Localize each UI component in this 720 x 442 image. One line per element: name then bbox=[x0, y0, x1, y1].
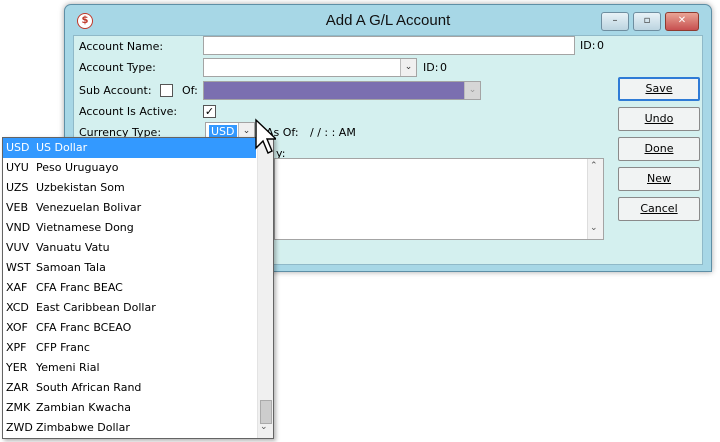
currency-name: Venezuelan Bolivar bbox=[36, 201, 142, 214]
currency-name: Vietnamese Dong bbox=[36, 221, 134, 234]
currency-option[interactable]: UZS Uzbekistan Som bbox=[3, 178, 256, 198]
currency-name: Uzbekistan Som bbox=[36, 181, 125, 194]
notes-scrollbar[interactable]: ⌃ ⌄ bbox=[587, 159, 603, 239]
currency-option[interactable]: YER Yemeni Rial bbox=[3, 358, 256, 378]
currency-list-scrollbar[interactable]: ⌃ ⌄ bbox=[257, 138, 273, 438]
currency-option[interactable]: VUV Vanuatu Vatu bbox=[3, 238, 256, 258]
currency-name: US Dollar bbox=[36, 141, 88, 154]
currency-code: WST bbox=[6, 261, 31, 274]
of-label: Of: bbox=[182, 84, 198, 97]
currency-option[interactable]: XOF CFA Franc BCEAO bbox=[3, 318, 256, 338]
new-button[interactable]: New bbox=[618, 167, 700, 191]
currency-option[interactable]: WST Samoan Tala bbox=[3, 258, 256, 278]
currency-code: VEB bbox=[6, 201, 29, 214]
account-type-id-value: 0 bbox=[440, 61, 447, 74]
currency-code: VUV bbox=[6, 241, 30, 254]
sub-account-label: Sub Account: bbox=[79, 84, 152, 97]
scroll-down-icon[interactable]: ⌄ bbox=[260, 422, 268, 432]
currency-name: Yemeni Rial bbox=[36, 361, 100, 374]
currency-option[interactable]: VND Vietnamese Dong bbox=[3, 218, 256, 238]
currency-code: UYU bbox=[6, 161, 29, 174]
currency-name: Vanuatu Vatu bbox=[36, 241, 110, 254]
scroll-up-icon[interactable]: ⌃ bbox=[590, 161, 598, 171]
currency-option[interactable]: ZMK Zambian Kwacha bbox=[3, 398, 256, 418]
undo-button[interactable]: Undo bbox=[618, 107, 700, 131]
currency-option[interactable]: XCD East Caribbean Dollar bbox=[3, 298, 256, 318]
currency-code: ZWD bbox=[6, 421, 33, 434]
currency-name: South African Rand bbox=[36, 381, 142, 394]
currency-code: ZMK bbox=[6, 401, 31, 414]
currency-name: Peso Uruguayo bbox=[36, 161, 119, 174]
account-type-label: Account Type: bbox=[79, 61, 156, 74]
sub-account-checkbox[interactable] bbox=[160, 84, 173, 97]
currency-option[interactable]: ZWD Zimbabwe Dollar bbox=[3, 418, 256, 438]
account-id-value: 0 bbox=[597, 39, 604, 52]
currency-option[interactable]: UYU Peso Uruguayo bbox=[3, 158, 256, 178]
done-button[interactable]: Done bbox=[618, 137, 700, 161]
scrollbar-thumb[interactable] bbox=[260, 400, 272, 424]
account-type-select[interactable]: ⌄ bbox=[203, 58, 417, 77]
of-account-select[interactable]: ⌄ bbox=[203, 81, 481, 100]
currency-name: CFA Franc BEAC bbox=[36, 281, 123, 294]
account-name-label: Account Name: bbox=[79, 40, 164, 53]
currency-code: XAF bbox=[6, 281, 28, 294]
chevron-down-icon[interactable]: ⌄ bbox=[400, 59, 416, 76]
maximize-button[interactable]: ▫ bbox=[633, 12, 661, 31]
account-type-id-label: ID: bbox=[423, 61, 439, 74]
save-button[interactable]: Save bbox=[618, 77, 700, 101]
currency-code: VND bbox=[6, 221, 31, 234]
currency-code: YER bbox=[6, 361, 28, 374]
close-button[interactable]: ✕ bbox=[665, 12, 699, 31]
currency-dropdown-list[interactable]: USD US Dollar UYU Peso Uruguayo UZS Uzbekista… bbox=[2, 137, 274, 439]
account-id-label: ID: bbox=[580, 39, 596, 52]
currency-name: Zambian Kwacha bbox=[36, 401, 131, 414]
active-checkbox[interactable]: ✓ bbox=[203, 105, 216, 118]
currency-code: XCD bbox=[6, 301, 29, 314]
account-name-input[interactable] bbox=[203, 36, 575, 55]
currency-option[interactable]: XPF CFP Franc bbox=[3, 338, 256, 358]
as-of-value: / / : : AM bbox=[310, 126, 356, 139]
active-label: Account Is Active: bbox=[79, 105, 178, 118]
title-bar[interactable]: $ Add A G/L Account – ▫ ✕ bbox=[65, 5, 711, 35]
currency-name: CFA Franc BCEAO bbox=[36, 321, 132, 334]
currency-code: XOF bbox=[6, 321, 28, 334]
chevron-down-icon[interactable]: ⌄ bbox=[464, 82, 480, 99]
notes-textarea[interactable]: ⌃ ⌄ bbox=[274, 158, 604, 240]
currency-name: CFP Franc bbox=[36, 341, 90, 354]
mouse-pointer-icon bbox=[255, 118, 276, 154]
currency-name: Samoan Tala bbox=[36, 261, 106, 274]
currency-option[interactable]: VEB Venezuelan Bolivar bbox=[3, 198, 256, 218]
currency-code: XPF bbox=[6, 341, 27, 354]
currency-option[interactable]: XAF CFA Franc BEAC bbox=[3, 278, 256, 298]
cancel-button[interactable]: Cancel bbox=[618, 197, 700, 221]
currency-option[interactable]: USD US Dollar bbox=[3, 138, 256, 158]
minimize-button[interactable]: – bbox=[601, 12, 629, 31]
currency-name: Zimbabwe Dollar bbox=[36, 421, 130, 434]
currency-option[interactable]: ZAR South African Rand bbox=[3, 378, 256, 398]
currency-code: USD bbox=[6, 141, 30, 154]
scroll-down-icon[interactable]: ⌄ bbox=[590, 223, 598, 233]
currency-code: UZS bbox=[6, 181, 29, 194]
check-icon: ✓ bbox=[204, 105, 215, 118]
currency-name: East Caribbean Dollar bbox=[36, 301, 156, 314]
currency-code: ZAR bbox=[6, 381, 29, 394]
